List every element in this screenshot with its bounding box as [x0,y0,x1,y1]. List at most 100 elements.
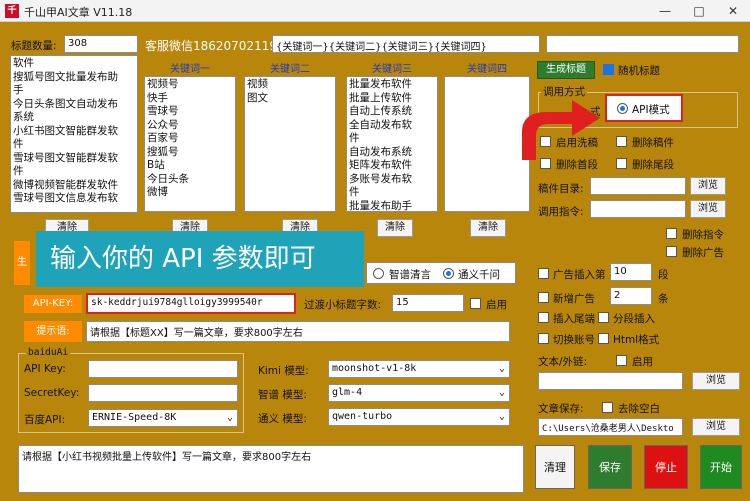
api-mode-label: API模式 [632,104,670,116]
new-ad-checkbox[interactable] [538,292,549,303]
switch-account-checkbox[interactable] [538,333,549,344]
seg-insert-checkbox[interactable] [598,312,609,323]
insert-tail-checkbox[interactable] [538,312,549,323]
text-chain-enable-label: 启用 [632,356,653,368]
minimize-icon[interactable]: — [648,0,682,22]
list-item[interactable]: 搜狐号 [147,146,233,160]
delete-cmd-checkbox[interactable] [666,228,677,239]
list-item[interactable]: 视频号 [147,78,233,92]
close-icon[interactable]: ✕ [716,0,750,22]
keyword3-list[interactable]: 批量发布软件 批量上传软件 自动上传系统 全自动发布软 件 自动发布系统 矩阵发… [346,76,438,212]
delete-last-checkbox[interactable] [616,158,627,169]
prompt-label: 提示语: [24,321,82,342]
start-button[interactable]: 开始 [700,445,742,489]
overlay-banner: 输入你的 API 参数即可 [36,231,364,287]
call-cmd-browse-button[interactable]: 浏览 [690,200,726,218]
list-item[interactable]: 公众号 [147,119,233,133]
list-item[interactable]: B站 [147,159,233,173]
list-item[interactable]: 多账号发布软 [349,173,435,187]
tongyi-model-value: qwen-turbo [332,411,393,422]
list-item[interactable]: 软件 [13,57,135,71]
list-item[interactable]: 今日头条 [147,173,233,187]
title-count-input[interactable]: 308 [64,35,138,53]
call-cmd-input[interactable] [590,200,686,218]
save-button[interactable]: 保存 [588,445,632,489]
list-item[interactable]: 批量发布软件 [349,78,435,92]
list-item[interactable]: 微博视频智能群发软件 [13,179,135,193]
subtitle-words-input[interactable]: 15 [392,294,464,312]
list-item[interactable]: 快手 [147,92,233,106]
list-item[interactable]: 全自动发布软 [349,119,435,133]
list-item[interactable]: 雪球号图文智能群发软 [13,152,135,166]
output-textarea[interactable]: 请根据【小红书视频批量上传软件】写一篇文章，要求800字左右 [18,445,524,493]
delete-draft-checkbox[interactable] [616,136,627,147]
remove-space-checkbox[interactable] [602,402,613,413]
stop-button[interactable]: 停止 [644,445,688,489]
tongyi-model-select[interactable]: qwen-turbo ⌄ [328,408,510,426]
keyword2-list[interactable]: 视频 图文 [244,76,336,212]
delete-ad-checkbox[interactable] [666,246,677,257]
list-item[interactable]: 百家号 [147,132,233,146]
list-item[interactable]: 图文 [247,92,333,106]
save-path-browse-button[interactable]: 浏览 [692,418,740,436]
random-title-checkbox[interactable] [603,64,614,75]
save-path-input[interactable]: C:\Users\沧桑老男人\Deskto [538,418,683,436]
clear-keyword3-button[interactable]: 清除 [377,219,413,237]
generate-button-partial[interactable]: 生 [14,241,30,285]
list-item[interactable]: 雪球号 [147,105,233,119]
generate-title-button[interactable]: 生成标题 [537,61,595,79]
list-item[interactable]: 小红书图文智能群发软 [13,125,135,139]
text-chain-input[interactable] [538,372,683,390]
tongyi-radio[interactable] [443,268,454,279]
list-item[interactable]: 今日头条图文自动发布 [13,98,135,112]
keyword1-list[interactable]: 视频号 快手 雪球号 公众号 百家号 搜狐号 B站 今日头条 微博 [144,76,236,212]
new-ad-input[interactable]: 2 [610,287,652,305]
list-item[interactable]: 视频 [247,78,333,92]
baidu-api-key-input[interactable] [88,360,238,378]
baidu-secret-input[interactable] [88,384,238,402]
draft-dir-browse-button[interactable]: 浏览 [690,177,726,195]
chevron-down-icon: ⌄ [226,412,233,423]
new-ad-label: 新增广告 [553,293,595,305]
titles-list[interactable]: 软件 搜狐号图文批量发布助 手 今日头条图文自动发布 系统 小红书图文智能群发软… [10,55,138,213]
list-item[interactable]: 件 [349,186,435,200]
keyword-template-input[interactable]: {关键词一}{关键词二}{关键词三}{关键词四} [272,35,540,53]
list-item[interactable]: 手 [13,84,135,98]
list-item[interactable]: 搜狐号图文批量发布助 [13,71,135,85]
delete-first-checkbox[interactable] [540,158,551,169]
maximize-icon[interactable]: □ [682,0,716,22]
baidu-api-select[interactable]: ERNIE-Speed-8K ⌄ [88,409,238,427]
list-item[interactable]: 系统 [13,111,135,125]
text-chain-enable-checkbox[interactable] [616,355,627,366]
list-item[interactable]: 件 [13,165,135,179]
zhipu-radio-label: 智谱清言 [389,269,431,281]
api-mode-option[interactable]: API模式 [605,94,683,122]
api-key-input[interactable]: sk-keddrjui9784glloigy3999540r [86,293,296,314]
ad-insert-input[interactable]: 10 [610,263,652,281]
list-item[interactable]: 件 [13,138,135,152]
draft-dir-label: 稿件目录: [538,183,584,195]
clean-button[interactable]: 清理 [535,445,575,489]
extra-input[interactable] [546,35,739,53]
draft-dir-input[interactable] [590,177,686,195]
list-item[interactable]: 雪球号图文信息发布软 [13,192,135,206]
list-item[interactable]: 自动发布系统 [349,146,435,160]
html-format-checkbox[interactable] [598,333,609,344]
list-item[interactable]: 批量发布助手 [349,200,435,212]
prompt-input[interactable]: 请根据【标题XX】写一篇文章，要求800字左右 [86,321,510,342]
ad-insert-checkbox[interactable] [538,268,549,279]
api-mode-radio[interactable] [617,103,628,114]
zhipu-radio[interactable] [373,268,384,279]
zhipu-model-select[interactable]: glm-4 ⌄ [328,384,510,402]
list-item[interactable]: 批量上传软件 [349,92,435,106]
text-chain-browse-button[interactable]: 浏览 [692,372,740,390]
kimi-model-select[interactable]: moonshot-v1-8k ⌄ [328,360,510,378]
list-item[interactable]: 自动上传系统 [349,105,435,119]
subtitle-enable-label: 启用 [486,299,507,311]
list-item[interactable]: 微博 [147,186,233,200]
subtitle-enable-checkbox[interactable] [470,298,481,309]
list-item[interactable]: 件 [349,132,435,146]
clear-keyword4-button[interactable]: 清除 [470,219,506,237]
list-item[interactable]: 矩阵发布软件 [349,159,435,173]
wash-checkbox[interactable] [540,136,551,147]
